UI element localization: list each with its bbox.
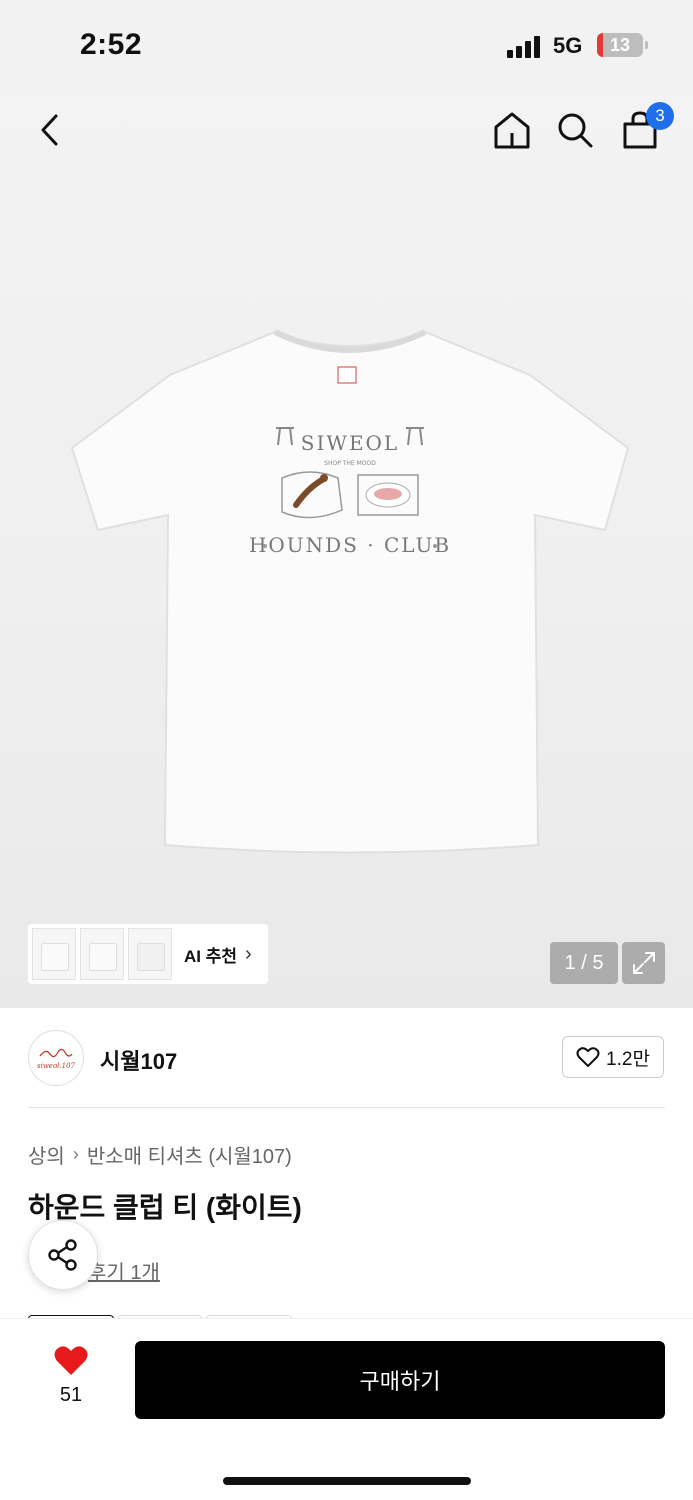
ai-recommend-label: AI 추천 [184,946,238,966]
share-icon [48,1239,77,1271]
status-bar: 2:52 5G 13 [0,0,693,90]
brand-like-count: 1.2만 [606,1048,650,1070]
buy-button[interactable]: 구매하기 [135,1341,665,1419]
heart-outline-icon [576,1047,600,1067]
chevron-left-icon [41,114,58,146]
brand-name[interactable]: 시월107 [100,1044,177,1076]
recommend-thumb-1[interactable] [32,928,76,980]
signal-icon [507,36,543,58]
recommend-thumb-2[interactable] [80,928,124,980]
cart-count-badge: 3 [646,102,674,130]
svg-text:SIWEOL: SIWEOL [301,431,399,455]
product-gallery[interactable]: 3 SIWEOL SHOP THE MOOD HOUNDS · CLUB AI … [0,90,693,1008]
expand-icon [632,952,655,974]
breadcrumb: 상의 › 반소매 티셔츠 (시월107) [28,1140,292,1169]
recommend-thumb-3[interactable] [128,928,172,980]
brand-like-button[interactable]: 1.2만 [562,1036,664,1078]
brand-logo[interactable]: siweol.107 [28,1030,84,1086]
expand-button[interactable] [622,942,665,984]
heart-filled-icon [54,1346,88,1375]
back-button[interactable] [28,108,72,152]
wishlist-button[interactable]: 51 [40,1345,102,1407]
battery-level: 13 [609,35,631,55]
battery-tip [645,41,648,49]
home-indicator [223,1477,471,1485]
battery-icon: 13 [597,33,643,57]
breadcrumb-item[interactable]: 상의 [28,1140,65,1169]
wishlist-count: 51 [59,1384,83,1406]
chevron-right-icon: › [245,942,252,965]
network-label: 5G [553,33,583,58]
ai-recommend-button[interactable]: AI 추천 › [28,924,268,984]
share-button[interactable] [28,1220,98,1290]
chevron-right-icon: › [72,1144,79,1164]
brand-logo-text: siweol.107 [36,1062,75,1070]
svg-text:HOUNDS · CLUB: HOUNDS · CLUB [249,533,451,557]
divider [28,1107,665,1108]
svg-text:SHOP THE MOOD: SHOP THE MOOD [324,460,376,467]
bottom-action-bar: 51 구매하기 [0,1318,693,1500]
cart-button[interactable]: 3 [618,102,674,152]
image-page-counter: 1 / 5 [550,942,618,984]
status-time: 2:52 [80,28,143,61]
home-icon [494,112,530,149]
home-button[interactable] [490,108,534,152]
search-icon [558,113,593,148]
search-button[interactable] [553,108,597,152]
breadcrumb-item[interactable]: 반소매 티셔츠 (시월107) [87,1140,292,1169]
brand-logo-mark [39,1048,73,1058]
product-image[interactable]: SIWEOL SHOP THE MOOD HOUNDS · CLUB [60,320,640,865]
